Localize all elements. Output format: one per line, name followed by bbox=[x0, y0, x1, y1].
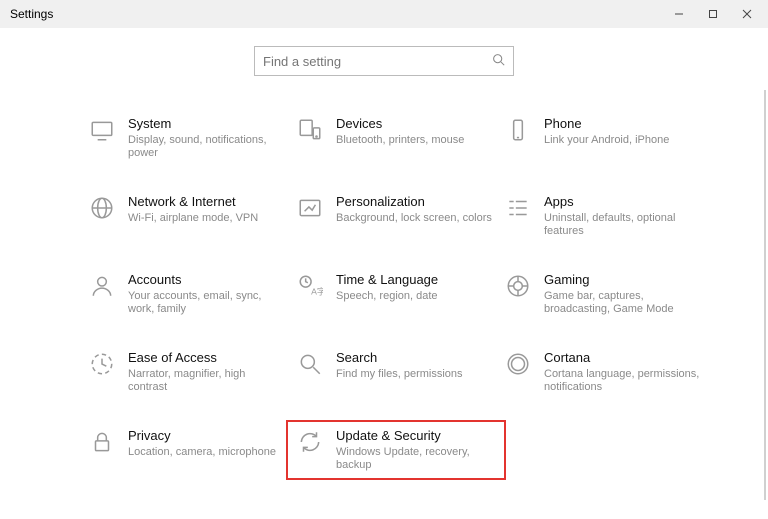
tile-desc: Display, sound, notifications, power bbox=[128, 134, 286, 160]
tile-title: Apps bbox=[544, 194, 702, 210]
search-input[interactable] bbox=[263, 54, 492, 69]
tile-desc: Your accounts, email, sync, work, family bbox=[128, 290, 286, 316]
tile-gaming[interactable]: Gaming Game bar, captures, broadcasting,… bbox=[504, 272, 704, 316]
tile-title: Network & Internet bbox=[128, 194, 258, 210]
tile-title: Cortana bbox=[544, 350, 702, 366]
tile-desc: Location, camera, microphone bbox=[128, 446, 276, 459]
tile-title: Accounts bbox=[128, 272, 286, 288]
tile-desc: Background, lock screen, colors bbox=[336, 212, 492, 225]
tile-personalization[interactable]: Personalization Background, lock screen,… bbox=[296, 194, 496, 238]
tile-update-security[interactable]: Update & Security Windows Update, recove… bbox=[286, 420, 506, 480]
search-bar-area bbox=[0, 28, 768, 86]
tile-desc: Narrator, magnifier, high contrast bbox=[128, 368, 286, 394]
settings-grid-wrap: System Display, sound, notifications, po… bbox=[0, 86, 768, 482]
close-button[interactable] bbox=[730, 0, 764, 28]
tile-desc: Speech, region, date bbox=[336, 290, 438, 303]
svg-text:A字: A字 bbox=[311, 286, 323, 297]
tile-time-language[interactable]: A字 Time & Language Speech, region, date bbox=[296, 272, 496, 316]
time-language-icon: A字 bbox=[296, 272, 324, 300]
minimize-button[interactable] bbox=[662, 0, 696, 28]
tile-desc: Bluetooth, printers, mouse bbox=[336, 134, 464, 147]
tile-title: Search bbox=[336, 350, 463, 366]
tile-privacy[interactable]: Privacy Location, camera, microphone bbox=[88, 428, 288, 472]
tile-desc: Game bar, captures, broadcasting, Game M… bbox=[544, 290, 702, 316]
gaming-icon bbox=[504, 272, 532, 300]
maximize-icon bbox=[708, 9, 718, 19]
window-controls bbox=[662, 0, 764, 28]
search-box[interactable] bbox=[254, 46, 514, 76]
devices-icon bbox=[296, 116, 324, 144]
close-icon bbox=[742, 9, 752, 19]
tile-title: Ease of Access bbox=[128, 350, 286, 366]
minimize-icon bbox=[674, 9, 684, 19]
cortana-icon bbox=[504, 350, 532, 378]
tile-desc: Windows Update, recovery, backup bbox=[336, 446, 494, 472]
tile-desc: Find my files, permissions bbox=[336, 368, 463, 381]
personalization-icon bbox=[296, 194, 324, 222]
tile-apps[interactable]: Apps Uninstall, defaults, optional featu… bbox=[504, 194, 704, 238]
tile-title: Gaming bbox=[544, 272, 702, 288]
tile-search[interactable]: Search Find my files, permissions bbox=[296, 350, 496, 394]
tile-title: Time & Language bbox=[336, 272, 438, 288]
titlebar: Settings bbox=[0, 0, 768, 28]
network-icon bbox=[88, 194, 116, 222]
system-icon bbox=[88, 116, 116, 144]
tile-system[interactable]: System Display, sound, notifications, po… bbox=[88, 116, 288, 160]
phone-icon bbox=[504, 116, 532, 144]
tile-title: Privacy bbox=[128, 428, 276, 444]
tile-network[interactable]: Network & Internet Wi-Fi, airplane mode,… bbox=[88, 194, 288, 238]
tile-desc: Uninstall, defaults, optional features bbox=[544, 212, 702, 238]
settings-grid: System Display, sound, notifications, po… bbox=[88, 116, 738, 472]
search-tile-icon bbox=[296, 350, 324, 378]
tile-desc: Wi-Fi, airplane mode, VPN bbox=[128, 212, 258, 225]
apps-icon bbox=[504, 194, 532, 222]
tile-phone[interactable]: Phone Link your Android, iPhone bbox=[504, 116, 704, 160]
tile-title: Devices bbox=[336, 116, 464, 132]
tile-desc: Link your Android, iPhone bbox=[544, 134, 669, 147]
privacy-icon bbox=[88, 428, 116, 456]
tile-cortana[interactable]: Cortana Cortana language, permissions, n… bbox=[504, 350, 704, 394]
ease-of-access-icon bbox=[88, 350, 116, 378]
tile-accounts[interactable]: Accounts Your accounts, email, sync, wor… bbox=[88, 272, 288, 316]
accounts-icon bbox=[88, 272, 116, 300]
tile-ease-of-access[interactable]: Ease of Access Narrator, magnifier, high… bbox=[88, 350, 288, 394]
tile-desc: Cortana language, permissions, notificat… bbox=[544, 368, 702, 394]
search-icon bbox=[492, 53, 505, 69]
tile-title: Personalization bbox=[336, 194, 492, 210]
window-title: Settings bbox=[10, 7, 53, 21]
maximize-button[interactable] bbox=[696, 0, 730, 28]
tile-title: System bbox=[128, 116, 286, 132]
update-security-icon bbox=[296, 428, 324, 456]
tile-title: Phone bbox=[544, 116, 669, 132]
tile-devices[interactable]: Devices Bluetooth, printers, mouse bbox=[296, 116, 496, 160]
tile-title: Update & Security bbox=[336, 428, 494, 444]
